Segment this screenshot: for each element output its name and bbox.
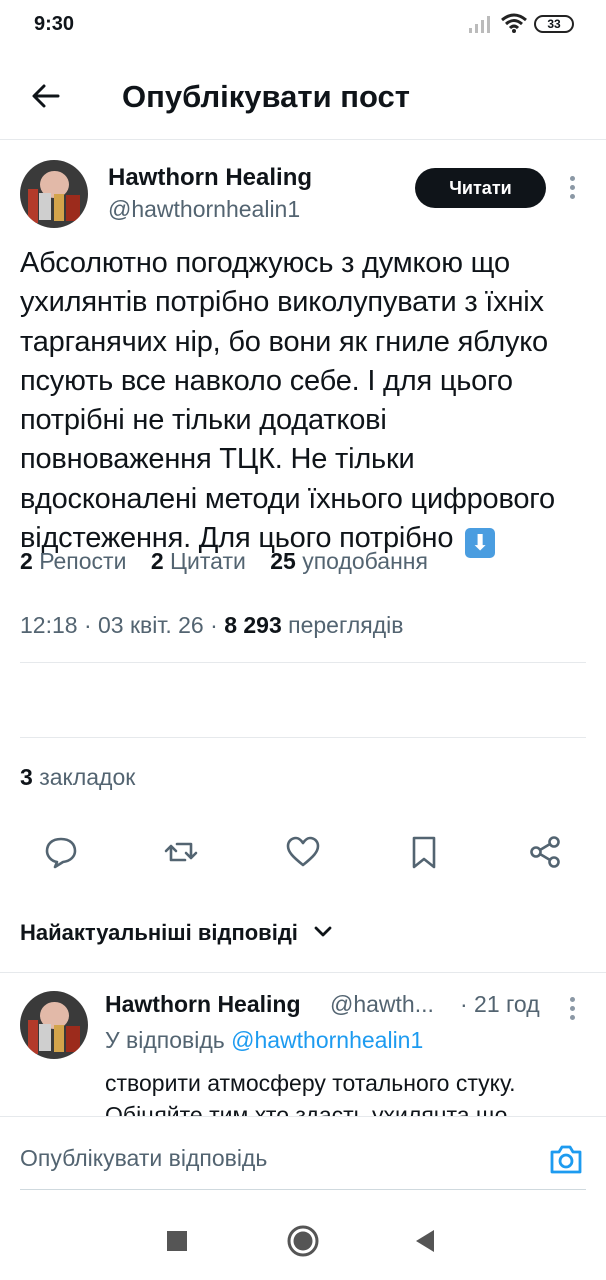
bookmark-icon[interactable]: [406, 834, 442, 870]
reply-author-name[interactable]: Hawthorn Healing: [105, 991, 301, 1018]
chevron-down-icon: [314, 926, 332, 937]
reply-text: створити атмосферу тотального стуку. Обі…: [105, 1070, 516, 1117]
back-nav-icon[interactable]: [414, 1228, 436, 1254]
post-date: 03 квіт. 26: [98, 612, 204, 638]
reply-author-handle[interactable]: @hawth...: [330, 991, 446, 1018]
action-bar: [0, 834, 606, 878]
like-icon[interactable]: [285, 834, 321, 870]
recents-icon[interactable]: [166, 1230, 188, 1252]
status-bar: 9:30 33: [0, 0, 606, 50]
home-icon[interactable]: [286, 1224, 320, 1258]
more-options-icon[interactable]: [566, 997, 578, 1023]
author-name[interactable]: Hawthorn Healing: [108, 164, 312, 192]
post-text: Абсолютно погоджуюсь з думкою що ухилянт…: [20, 244, 580, 559]
replies-sort-dropdown[interactable]: Найактуальніші відповіді: [20, 920, 332, 946]
post-body: Абсолютно погоджуюсь з думкою що ухилянт…: [20, 247, 555, 555]
more-options-icon[interactable]: [566, 176, 578, 202]
reply-time: · 21 год: [460, 991, 540, 1017]
engagement-stats: 2 Репости 2 Цитати 25 уподобання: [20, 548, 446, 575]
cell-signal-icon: [469, 16, 490, 33]
bookmarks-stat[interactable]: 3 закладок: [20, 764, 135, 791]
likes-stat[interactable]: 25 уподобання: [270, 548, 428, 574]
avatar[interactable]: [20, 160, 88, 228]
arrow-left-icon[interactable]: [28, 78, 64, 114]
battery-icon: 33: [534, 15, 574, 33]
follow-button[interactable]: Читати: [415, 168, 546, 208]
wifi-icon: [501, 13, 527, 33]
repost-icon[interactable]: [163, 834, 199, 870]
reposts-stat[interactable]: 2 Репости: [20, 548, 126, 574]
quotes-stat[interactable]: 2 Цитати: [151, 548, 246, 574]
replying-to: У відповідь @hawthornhealin1: [105, 1027, 424, 1053]
views-label: переглядів: [288, 612, 404, 638]
share-icon[interactable]: [527, 834, 563, 870]
status-time: 9:30: [34, 13, 75, 35]
reply-icon[interactable]: [43, 834, 79, 870]
composer-underline: [20, 1189, 586, 1190]
reply-item[interactable]: Hawthorn Healing @hawth... · 21 год У ві…: [0, 972, 606, 1117]
divider: [20, 737, 586, 738]
author-handle[interactable]: @hawthornhealin1: [108, 196, 300, 223]
avatar[interactable]: [20, 991, 88, 1059]
post-time: 12:18: [20, 612, 78, 638]
reply-input[interactable]: Опублікувати відповідь: [20, 1145, 267, 1172]
post-meta: 12:18 · 03 квіт. 26 · 8 293 переглядів: [20, 612, 404, 638]
down-arrow-emoji: ⬇: [465, 528, 496, 559]
reply-composer: Опублікувати відповідь: [0, 1116, 606, 1200]
page-title: Опублікувати пост: [122, 79, 410, 114]
replies-sort-label: Найактуальніші відповіді: [20, 920, 298, 945]
views-count: 8 293: [224, 612, 282, 638]
replying-to-handle[interactable]: @hawthornhealin1: [231, 1027, 423, 1053]
top-app-bar: Опублікувати пост: [0, 50, 606, 140]
divider: [20, 662, 586, 663]
camera-icon[interactable]: [548, 1141, 584, 1177]
system-navigation-bar: [0, 1200, 606, 1280]
